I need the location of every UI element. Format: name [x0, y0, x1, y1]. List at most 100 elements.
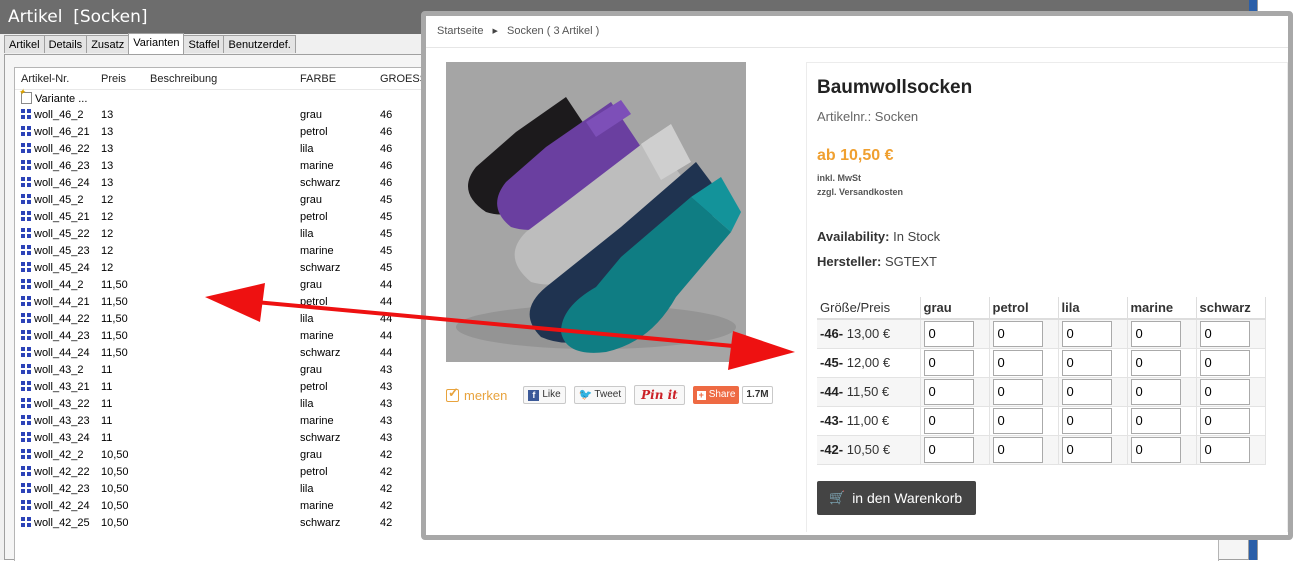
variant-article-number-text: woll_46_24 [34, 177, 90, 189]
tab-benutzerdef[interactable]: Benutzerdef. [223, 35, 296, 53]
grid-qty-cell [1127, 406, 1197, 436]
variant-article-number: woll_44_24 [21, 347, 90, 359]
variant-price: 11,50 [101, 279, 128, 291]
twitter-icon: 🐦 [578, 389, 593, 401]
variant-color: schwarz [300, 517, 341, 529]
quantity-input[interactable] [1061, 349, 1112, 376]
size-price: 10,50 € [843, 442, 891, 457]
size-price: 13,00 € [843, 326, 891, 342]
vat-note: inkl. MwSt [817, 173, 862, 183]
variant-price: 10,50 [101, 466, 129, 478]
variant-grid-icon [21, 432, 31, 442]
quantity-input[interactable] [923, 436, 974, 463]
quantity-input[interactable] [923, 378, 974, 405]
variant-article-number-text: woll_42_22 [34, 466, 90, 478]
grid-size-cell: -42- 10,50 € [817, 435, 921, 465]
quantity-input[interactable] [923, 407, 974, 434]
quantity-input[interactable] [1061, 320, 1112, 347]
variant-price: 10,50 [101, 449, 129, 461]
pinterest-button[interactable]: Pin it [634, 385, 685, 405]
share-button[interactable]: + Share [692, 386, 740, 404]
grid-qty-cell [1196, 348, 1266, 378]
column-header-farbe[interactable]: FARBE [300, 73, 336, 85]
variant-size: 46 [380, 160, 393, 172]
quantity-input[interactable] [992, 436, 1043, 463]
grid-qty-cell [989, 348, 1059, 378]
manufacturer: Hersteller: SGTEXT [817, 254, 937, 269]
add-to-cart-button[interactable]: 🛒 in den Warenkorb [817, 481, 977, 515]
pin-label: Pin it [641, 388, 678, 402]
variant-grid-icon [21, 228, 31, 238]
variant-article-number-text: woll_43_21 [34, 381, 90, 393]
variant-color: petrol [300, 296, 328, 308]
bookmark-label: merken [464, 387, 508, 403]
price-notes: inkl. MwSt zzgl. Versandkosten [817, 171, 903, 199]
shipping-note[interactable]: zzgl. Versandkosten [817, 185, 903, 199]
like-label: Like [542, 389, 561, 400]
quantity-input[interactable] [992, 320, 1043, 347]
variant-article-number: woll_44_23 [21, 330, 90, 342]
variant-size: 44 [380, 313, 393, 325]
quantity-input[interactable] [992, 378, 1043, 405]
variant-article-number: woll_42_2 [21, 449, 84, 461]
variant-size: 44 [380, 279, 393, 291]
grid-size-cell: -43- 11,00 € [817, 406, 921, 436]
variant-size: 46 [380, 109, 393, 121]
quantity-input[interactable] [1061, 436, 1112, 463]
variant-price: 13 [101, 126, 114, 138]
tweet-button[interactable]: 🐦 Tweet [573, 386, 627, 404]
variant-color: petrol [300, 211, 328, 223]
quantity-input[interactable] [1199, 407, 1250, 434]
quantity-input[interactable] [923, 349, 974, 376]
variant-article-number-text: woll_46_21 [34, 126, 90, 138]
quantity-input[interactable] [1199, 349, 1250, 376]
tab-varianten[interactable]: Varianten [128, 33, 185, 54]
variant-color: petrol [300, 126, 328, 138]
variant-color: grau [300, 364, 323, 376]
tab-artikel[interactable]: Artikel [4, 35, 45, 53]
variant-article-number: woll_44_22 [21, 313, 90, 325]
breadcrumb-category[interactable]: Socken ( 3 Artikel ) [507, 25, 599, 37]
variant-order-grid: Größe/Preis grau petrol lila marine schwarz … [817, 297, 1266, 465]
variant-price: 11,50 [101, 330, 128, 342]
product-image[interactable] [446, 62, 746, 362]
breadcrumb-home[interactable]: Startseite [437, 25, 483, 37]
variant-size: 44 [380, 347, 393, 359]
checkbox-icon [446, 385, 459, 402]
variant-color: marine [300, 160, 334, 172]
variant-article-number: woll_45_23 [21, 245, 90, 257]
quantity-input[interactable] [1130, 407, 1181, 434]
variant-article-number-text: woll_42_24 [34, 500, 90, 512]
tab-staffel[interactable]: Staffel [183, 35, 225, 53]
variant-size: 42 [380, 466, 393, 478]
variant-article-number: woll_46_2 [21, 109, 84, 121]
variant-article-number-text: woll_42_23 [34, 483, 90, 495]
quantity-input[interactable] [923, 320, 974, 347]
grid-color-header: marine [1127, 297, 1197, 320]
tab-zusatz[interactable]: Zusatz [86, 35, 130, 53]
facebook-like-button[interactable]: f Like [523, 386, 566, 404]
variant-grid-icon [21, 109, 31, 119]
bookmark-button[interactable]: merken [446, 385, 508, 403]
quantity-input[interactable] [1130, 378, 1181, 405]
column-header-preis[interactable]: Preis [101, 73, 126, 85]
quantity-input[interactable] [992, 407, 1043, 434]
variant-grid-icon [21, 279, 31, 289]
size-label: -43- [820, 413, 844, 428]
variant-article-number-text: woll_43_23 [34, 415, 90, 427]
quantity-input[interactable] [1130, 436, 1181, 463]
column-header-beschreibung[interactable]: Beschreibung [150, 73, 217, 85]
quantity-input[interactable] [1199, 320, 1250, 347]
variant-article-number: woll_45_21 [21, 211, 90, 223]
quantity-input[interactable] [1061, 378, 1112, 405]
grid-qty-cell [1058, 435, 1128, 465]
quantity-input[interactable] [1199, 436, 1250, 463]
quantity-input[interactable] [1199, 378, 1250, 405]
grid-size-cell: -45- 12,00 € [817, 348, 921, 378]
quantity-input[interactable] [1061, 407, 1112, 434]
quantity-input[interactable] [992, 349, 1043, 376]
quantity-input[interactable] [1130, 349, 1181, 376]
tab-details[interactable]: Details [43, 35, 88, 53]
column-header-artikel-nr[interactable]: Artikel-Nr. [21, 73, 69, 85]
quantity-input[interactable] [1130, 320, 1181, 347]
